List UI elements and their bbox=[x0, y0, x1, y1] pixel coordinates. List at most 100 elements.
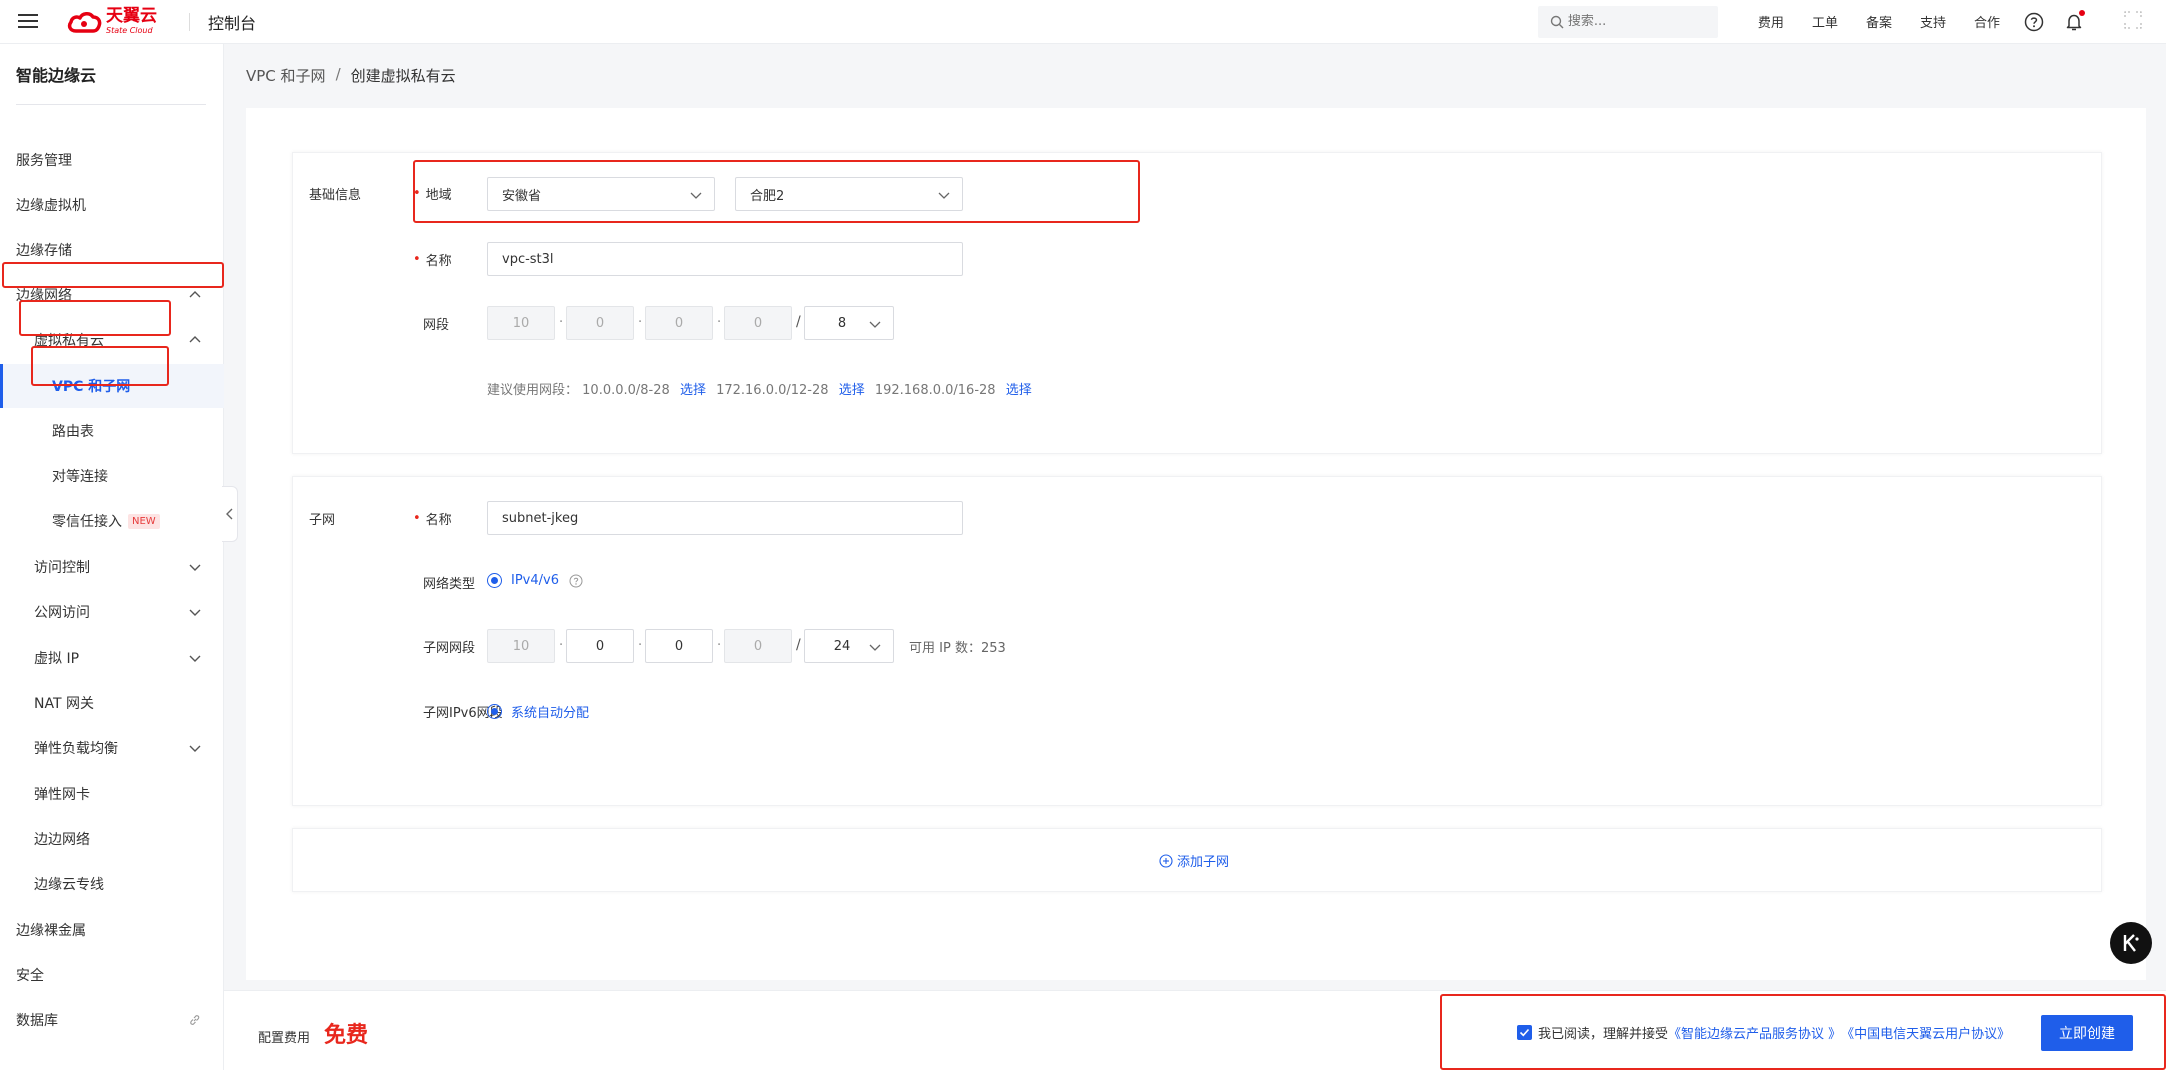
breadcrumb-separator: / bbox=[335, 65, 341, 83]
chevron-down-icon bbox=[938, 192, 950, 199]
sidebar-item-zero-trust[interactable]: 零信任接入 NEW bbox=[0, 499, 224, 543]
sidebar-item-label: 安全 bbox=[16, 968, 44, 984]
sidebar-item-peering[interactable]: 对等连接 bbox=[0, 454, 224, 498]
plus-circle-icon bbox=[1159, 853, 1173, 868]
sidebar-item-edge-storage[interactable]: 边缘存储 bbox=[0, 228, 224, 272]
question-icon[interactable] bbox=[569, 574, 583, 588]
sidebar-item-direct-connect[interactable]: 边缘云专线 bbox=[0, 862, 224, 906]
sidebar-item-label: 数据库 bbox=[16, 1013, 58, 1029]
support-link[interactable]: 支持 bbox=[1920, 12, 1946, 31]
subnet-title: 子网 bbox=[309, 513, 336, 528]
check-icon bbox=[1519, 1028, 1530, 1037]
fullscreen-icon[interactable] bbox=[2124, 10, 2142, 33]
chevron-up-icon bbox=[189, 291, 201, 298]
sidebar-item-label: 边缘裸金属 bbox=[16, 923, 86, 939]
ticket-link[interactable]: 工单 bbox=[1812, 12, 1838, 31]
agreement-text: 我已阅读，理解并接受 bbox=[1538, 1027, 1669, 1042]
search-input[interactable] bbox=[1567, 14, 1708, 29]
sidebar-item-service-management[interactable]: 服务管理 bbox=[0, 138, 224, 182]
subnet-octet-3[interactable] bbox=[645, 629, 713, 663]
sidebar-item-bare-metal[interactable]: 边缘裸金属 bbox=[0, 908, 224, 952]
agreement-row: 我已阅读，理解并接受 《智能边缘云产品服务协议 》 《中国电信天翼云用户协议》 bbox=[1517, 1023, 2010, 1042]
add-subnet-button[interactable]: 添加子网 bbox=[1159, 851, 1229, 870]
cidr-octet-2[interactable] bbox=[566, 306, 634, 340]
ip-dot: · bbox=[717, 638, 722, 653]
sidebar-item-label: 边缘存储 bbox=[16, 243, 72, 259]
subnet-card: 子网 • 名称 网络类型 IPv4/v6 子网网段 · · · / 24 可用 … bbox=[292, 476, 2102, 806]
mask-value: 8 bbox=[837, 315, 847, 331]
subnet-name-input[interactable] bbox=[487, 501, 963, 535]
breadcrumb-parent[interactable]: VPC 和子网 bbox=[246, 65, 326, 86]
subnet-cidr-label: 子网网段 bbox=[423, 641, 476, 656]
partner-link[interactable]: 合作 bbox=[1974, 12, 2000, 31]
cidr-octet-4[interactable] bbox=[724, 306, 792, 340]
mask-select[interactable]: 8 bbox=[804, 306, 894, 340]
chevron-left-icon bbox=[225, 508, 232, 520]
subnet-name-label-text: 名称 bbox=[425, 513, 452, 528]
cidr-octet-1[interactable] bbox=[487, 306, 555, 340]
subnet-octet-1[interactable] bbox=[487, 629, 555, 663]
logo[interactable]: 天翼云 State Cloud bbox=[66, 8, 157, 35]
sidebar-item-edge-network[interactable]: 边缘网络 bbox=[0, 273, 224, 317]
select-suggestion-2[interactable]: 选择 bbox=[839, 383, 865, 398]
suggestion-range-3: 192.168.0.0/16-28 bbox=[874, 383, 996, 398]
chevron-down-icon bbox=[690, 192, 702, 199]
help-icon[interactable] bbox=[2024, 12, 2044, 32]
sidebar-item-edge-vm[interactable]: 边缘虚拟机 bbox=[0, 183, 224, 227]
region-label-text: 地域 bbox=[425, 188, 452, 203]
menu-icon[interactable] bbox=[18, 14, 38, 29]
top-bar: 天翼云 State Cloud 控制台 费用 工单 备案 支持 合作 bbox=[0, 0, 2166, 44]
agreement-checkbox[interactable] bbox=[1517, 1025, 1532, 1040]
cidr-octet-3[interactable] bbox=[645, 306, 713, 340]
sidebar-item-vpc-subnet[interactable]: VPC 和子网 bbox=[0, 364, 224, 408]
sidebar-item-database[interactable]: 数据库 bbox=[0, 998, 224, 1042]
cidr-label: 网段 bbox=[423, 318, 450, 333]
sidebar-item-load-balancer[interactable]: 弹性负载均衡 bbox=[0, 726, 224, 770]
vpc-name-input[interactable] bbox=[487, 242, 963, 276]
subnet-mask-value: 24 bbox=[833, 638, 851, 654]
sidebar-item-virtual-ip[interactable]: 虚拟 IP bbox=[0, 636, 224, 680]
network-type-radio[interactable]: IPv4/v6 bbox=[487, 573, 583, 588]
console-link[interactable]: 控制台 bbox=[208, 10, 256, 34]
sidebar-item-label: 零信任接入 bbox=[52, 514, 122, 530]
chevron-up-icon bbox=[189, 336, 201, 343]
vpc-name-label: • 名称 bbox=[413, 250, 452, 269]
fees-link[interactable]: 费用 bbox=[1758, 12, 1784, 31]
cloud-logo-icon bbox=[67, 11, 102, 33]
sidebar-item-label: 访问控制 bbox=[34, 560, 90, 576]
subnet-octet-2[interactable] bbox=[566, 629, 634, 663]
sidebar-item-vpc[interactable]: 虚拟私有云 bbox=[0, 318, 224, 362]
city-select[interactable]: 合肥2 bbox=[735, 177, 963, 211]
province-select[interactable]: 安徽省 bbox=[487, 177, 715, 211]
select-suggestion-3[interactable]: 选择 bbox=[1006, 383, 1032, 398]
ip-dot: · bbox=[717, 315, 722, 330]
search-box[interactable] bbox=[1537, 5, 1718, 38]
assistant-icon bbox=[2123, 934, 2139, 952]
sidebar-item-access-control[interactable]: 访问控制 bbox=[0, 545, 224, 589]
sidebar-divider bbox=[16, 104, 206, 105]
floating-assistant-button[interactable] bbox=[2110, 922, 2152, 964]
select-suggestion-1[interactable]: 选择 bbox=[680, 383, 706, 398]
sidebar-collapse-handle[interactable] bbox=[222, 486, 238, 542]
sidebar-item-security[interactable]: 安全 bbox=[0, 953, 224, 997]
subnet-octet-4[interactable] bbox=[724, 629, 792, 663]
ip-dot: · bbox=[638, 315, 643, 330]
sidebar-item-eni[interactable]: 弹性网卡 bbox=[0, 772, 224, 816]
service-agreement-link[interactable]: 《智能边缘云产品服务协议 》 bbox=[1668, 1023, 1841, 1042]
ipv6-auto-radio[interactable]: 系统自动分配 bbox=[487, 702, 589, 721]
user-agreement-link[interactable]: 《中国电信天翼云用户协议》 bbox=[1841, 1023, 2010, 1042]
vpc-name-label-text: 名称 bbox=[425, 254, 452, 269]
chevron-down-icon bbox=[189, 564, 201, 571]
sidebar-item-label: 对等连接 bbox=[52, 469, 108, 485]
sidebar-item-route-table[interactable]: 路由表 bbox=[0, 409, 224, 453]
sidebar-item-edge-to-edge[interactable]: 边边网络 bbox=[0, 817, 224, 861]
network-type-value: IPv4/v6 bbox=[511, 573, 559, 588]
subnet-mask-select[interactable]: 24 bbox=[804, 629, 894, 663]
filing-link[interactable]: 备案 bbox=[1866, 12, 1892, 31]
required-mark: • bbox=[413, 511, 421, 526]
sidebar-item-public-access[interactable]: 公网访问 bbox=[0, 590, 224, 634]
new-badge: NEW bbox=[128, 513, 160, 529]
bell-icon[interactable] bbox=[2064, 9, 2085, 32]
create-button[interactable]: 立即创建 bbox=[2041, 1015, 2133, 1051]
sidebar-item-nat-gateway[interactable]: NAT 网关 bbox=[0, 681, 224, 725]
